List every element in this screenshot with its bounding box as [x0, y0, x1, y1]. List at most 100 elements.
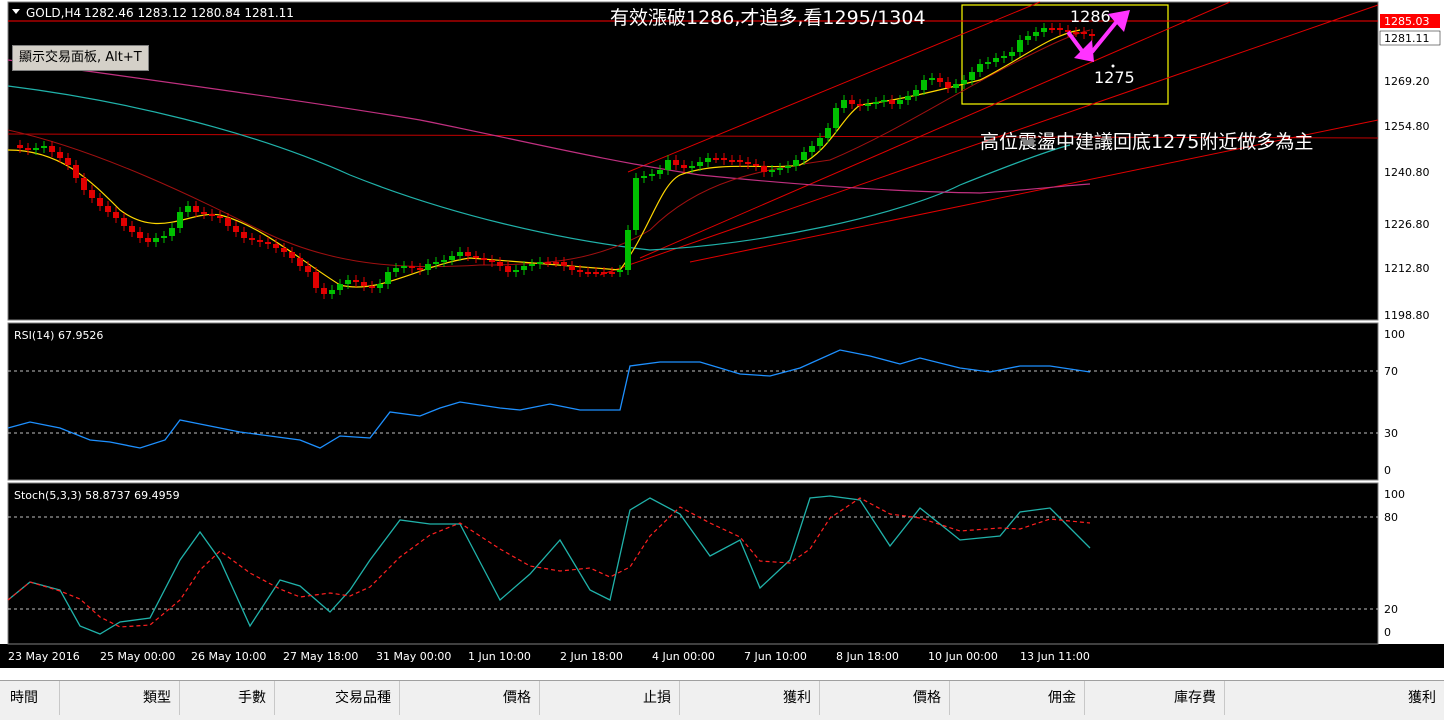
- candle-body: [537, 262, 543, 264]
- svg-text:23 May 2016: 23 May 2016: [8, 650, 80, 663]
- candle-body: [169, 228, 175, 236]
- candle-body: [177, 212, 183, 228]
- candle-body: [337, 284, 343, 290]
- candle-body: [681, 165, 687, 168]
- stoch-panel[interactable]: [8, 483, 1378, 644]
- candle-body: [33, 148, 39, 150]
- candle-body: [193, 206, 199, 212]
- candle-body: [233, 226, 239, 232]
- candle-body: [153, 238, 159, 242]
- candle-body: [569, 266, 575, 270]
- candle-body: [689, 166, 695, 168]
- candle-body: [585, 272, 591, 274]
- candle-body: [1041, 28, 1047, 32]
- candle-body: [57, 152, 63, 158]
- candle-body: [657, 170, 663, 174]
- candle-body: [993, 58, 999, 62]
- svg-text:1240.80: 1240.80: [1384, 166, 1430, 179]
- column-header-lots[interactable]: 手數: [180, 681, 275, 715]
- column-header-swap[interactable]: 庫存費: [1085, 681, 1225, 715]
- svg-text:20: 20: [1384, 603, 1398, 616]
- candle-body: [481, 258, 487, 260]
- candle-body: [617, 270, 623, 272]
- candle-body: [121, 218, 127, 226]
- column-header-time[interactable]: 時間: [0, 681, 60, 715]
- candle-body: [1009, 52, 1015, 56]
- column-header-symbol[interactable]: 交易品種: [275, 681, 400, 715]
- candle-body: [593, 272, 599, 274]
- trade-panel-button[interactable]: 顯示交易面板, Alt+T: [12, 45, 149, 71]
- candle-body: [609, 272, 615, 274]
- candle-body: [81, 178, 87, 190]
- candle-body: [361, 282, 367, 286]
- column-header-price[interactable]: 價格: [400, 681, 540, 715]
- candle-body: [409, 266, 415, 268]
- candle-body: [465, 252, 471, 256]
- candle-body: [97, 198, 103, 206]
- svg-text:25 May 00:00: 25 May 00:00: [100, 650, 175, 663]
- column-header-stop-loss[interactable]: 止損: [540, 681, 680, 715]
- ohlc-values: 1282.46 1283.12 1280.84 1281.11: [84, 6, 294, 20]
- candle-body: [1001, 56, 1007, 58]
- column-header-commission[interactable]: 佣金: [950, 681, 1085, 715]
- svg-text:1198.80: 1198.80: [1384, 309, 1430, 322]
- column-header-take-profit[interactable]: 獲利: [680, 681, 820, 715]
- candle-body: [809, 146, 815, 152]
- candle-body: [817, 138, 823, 146]
- candle-body: [649, 174, 655, 176]
- candle-body: [489, 260, 495, 262]
- column-header-profit[interactable]: 獲利: [1225, 681, 1444, 715]
- svg-text:4 Jun 00:00: 4 Jun 00:00: [652, 650, 715, 663]
- candle-body: [209, 214, 215, 216]
- candle-body: [721, 158, 727, 160]
- candle-body: [313, 272, 319, 288]
- candle-body: [521, 266, 527, 270]
- candle-body: [241, 232, 247, 238]
- candle-body: [297, 258, 303, 266]
- candle-body: [497, 262, 503, 266]
- candle-body: [953, 84, 959, 88]
- candle-body: [625, 230, 631, 270]
- candle-body: [761, 166, 767, 172]
- candle-body: [937, 78, 943, 82]
- candle-body: [201, 212, 207, 214]
- svg-text:7 Jun 10:00: 7 Jun 10:00: [744, 650, 807, 663]
- candle-body: [977, 64, 983, 72]
- chart-area[interactable]: GOLD,H4 1282.46 1283.12 1280.84 1281.11 …: [0, 0, 1444, 680]
- candle-body: [505, 266, 511, 272]
- rsi-label: RSI(14) 67.9526: [14, 329, 103, 342]
- svg-text:1254.80: 1254.80: [1384, 120, 1430, 133]
- candle-body: [665, 160, 671, 170]
- svg-text:1226.80: 1226.80: [1384, 218, 1430, 231]
- candle-body: [729, 160, 735, 162]
- rsi-panel[interactable]: [8, 323, 1378, 480]
- candle-body: [897, 100, 903, 104]
- candle-body: [865, 104, 871, 106]
- candle-body: [1049, 28, 1055, 30]
- candle-body: [793, 160, 799, 166]
- main-price-panel[interactable]: [8, 2, 1378, 320]
- svg-text:2 Jun 18:00: 2 Jun 18:00: [560, 650, 623, 663]
- candle-body: [129, 226, 135, 232]
- candle-body: [697, 162, 703, 166]
- column-header-current-price[interactable]: 價格: [820, 681, 950, 715]
- candle-body: [841, 100, 847, 108]
- candle-body: [225, 218, 231, 226]
- candle-body: [769, 170, 775, 172]
- candle-body: [577, 270, 583, 272]
- candle-body: [705, 158, 711, 162]
- candle-body: [985, 62, 991, 64]
- candle-body: [969, 72, 975, 80]
- candle-body: [737, 160, 743, 162]
- advice-annotation: 高位震盪中建議回底1275附近做多為主: [980, 130, 1313, 153]
- candle-body: [873, 102, 879, 104]
- candle-body: [137, 232, 143, 238]
- candle-body: [785, 166, 791, 168]
- column-header-type[interactable]: 類型: [60, 681, 180, 715]
- svg-text:100: 100: [1384, 488, 1405, 501]
- candle-body: [825, 128, 831, 138]
- candle-body: [1017, 40, 1023, 52]
- candle-body: [561, 262, 567, 266]
- candle-body: [441, 260, 447, 262]
- candle-body: [545, 262, 551, 264]
